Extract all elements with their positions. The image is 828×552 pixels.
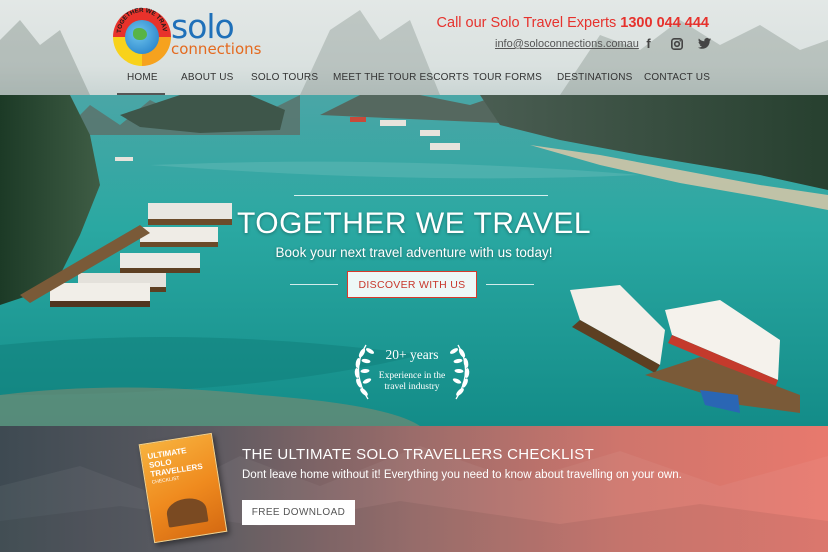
twitter-icon[interactable] [697,36,712,51]
free-download-button[interactable]: FREE DOWNLOAD [242,500,355,525]
experience-badge: 20+ years Experience in the travel indus… [348,341,476,403]
nav-item-meet-the-tour-escorts[interactable]: MEET THE TOUR ESCORTS [316,70,469,95]
social-links: f [641,36,712,51]
hero-banner: TOGETHER WE TRAVEL Book your next travel… [0,95,828,426]
book-cover-photo [164,495,209,528]
promo-subtitle: Dont leave home without it! Everything y… [242,469,682,481]
hero-cta-line-left [290,284,338,285]
main-nav: HOME ABOUT US SOLO TOURS MEET THE TOUR E… [117,70,710,95]
site-logo[interactable]: TOGETHER WE TRAVEL solo connections [113,6,293,66]
hero-divider-top [294,195,548,196]
hero-title: TOGETHER WE TRAVEL [236,207,592,240]
hero-cta-line-right [486,284,534,285]
logo-wordmark-connections: connections [171,40,262,58]
nav-item-destinations[interactable]: DESTINATIONS [541,70,632,95]
checklist-promo: ULTIMATE SOLO TRAVELLERS CHECKLIST THE U… [0,426,828,552]
call-prefix: Call our Solo Travel Experts [436,15,617,31]
nav-item-tour-forms[interactable]: TOUR FORMS [457,70,542,95]
facebook-icon[interactable]: f [641,36,656,51]
nav-item-solo-tours[interactable]: SOLO TOURS [235,70,318,95]
badge-line-2: travel industry [384,382,440,392]
discover-with-us-button[interactable]: DISCOVER WITH US [347,271,477,298]
hero-subtitle: Book your next travel adventure with us … [275,245,553,260]
logo-arc-text: TOGETHER WE TRAVEL [115,6,168,33]
nav-item-contact-us[interactable]: CONTACT US [627,70,710,95]
email-link[interactable]: info@soloconnections.comau [495,38,639,50]
promo-background-texture [0,446,828,552]
nav-item-home[interactable]: HOME [117,70,165,95]
book-cover-title: ULTIMATE SOLO TRAVELLERS CHECKLIST [146,446,204,486]
phone-link[interactable]: 1300 044 444 [620,15,709,31]
badge-description: Experience in the travel industry [348,371,476,393]
badge-line-1: Experience in the [378,371,446,381]
call-banner: Call our Solo Travel Experts 1300 044 44… [437,15,709,31]
instagram-icon[interactable] [669,36,684,51]
svg-text:TOGETHER WE TRAVEL: TOGETHER WE TRAVEL [115,6,168,33]
site-header: TOGETHER WE TRAVEL solo connections Call… [0,0,828,95]
promo-title: THE ULTIMATE SOLO TRAVELLERS CHECKLIST [242,446,595,463]
badge-years: 20+ years [385,347,439,362]
logo-wordmark-solo: solo [171,7,235,46]
checklist-book-image[interactable]: ULTIMATE SOLO TRAVELLERS CHECKLIST [138,432,228,544]
nav-item-about-us[interactable]: ABOUT US [165,70,235,95]
